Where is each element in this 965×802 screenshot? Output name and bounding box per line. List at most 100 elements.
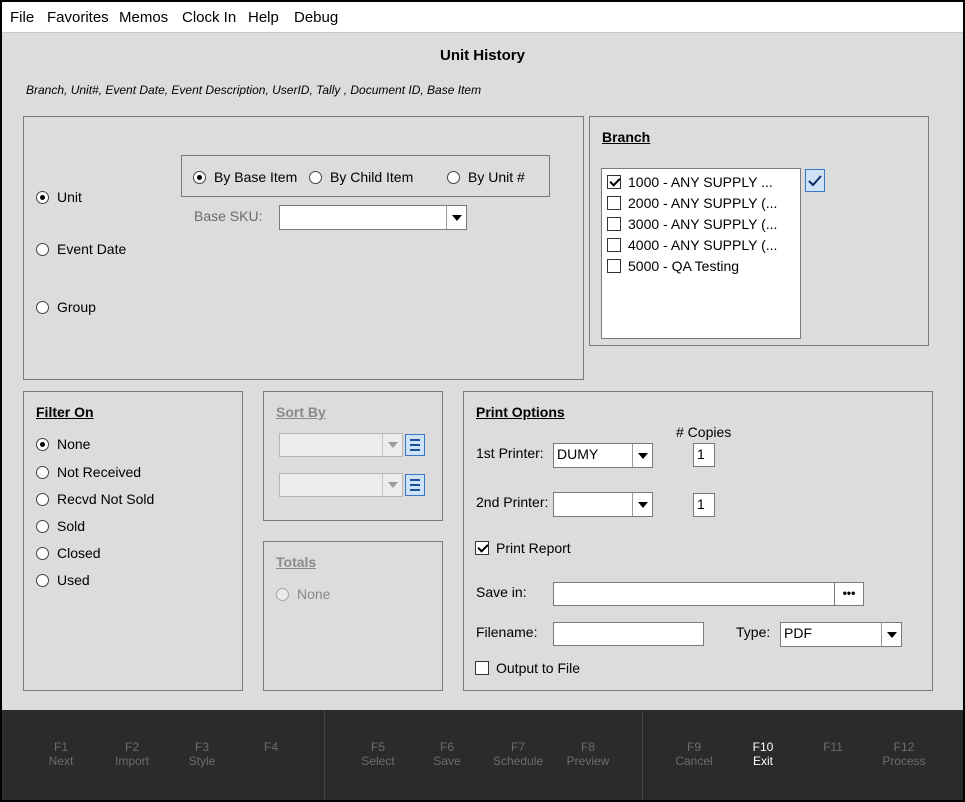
branch-item-label: 4000 - ANY SUPPLY (... [628, 237, 778, 253]
output-to-file-checkbox[interactable]: Output to File [475, 660, 580, 676]
print-report-label: Print Report [496, 540, 571, 556]
fkey-label: Cancel [675, 754, 713, 768]
group-radio[interactable]: Group [36, 299, 96, 315]
filter-option-label: None [57, 436, 91, 452]
filename-input[interactable] [553, 622, 704, 646]
filter-sold-radio[interactable]: Sold [36, 518, 85, 534]
filter-heading: Filter On [36, 404, 94, 420]
unit-radio[interactable]: Unit [36, 189, 82, 205]
chevron-down-icon[interactable] [382, 434, 402, 456]
fkey-code: F6 [439, 740, 454, 754]
f1-next-button[interactable]: F1 Next [26, 740, 96, 768]
totals-none-radio[interactable]: None [276, 586, 330, 602]
f7-schedule-button[interactable]: F7 Schedule [483, 740, 553, 768]
chevron-down-icon[interactable] [632, 493, 652, 516]
fkey-code: F5 [370, 740, 385, 754]
sort-order-2-button[interactable] [405, 474, 425, 496]
columns-note: Branch, Unit#, Event Date, Event Descrip… [26, 83, 482, 97]
by-unit-number-label: By Unit # [468, 169, 525, 185]
fkey-label: Exit [752, 754, 773, 768]
f3-style-button[interactable]: F3 Style [167, 740, 237, 768]
f8-preview-button[interactable]: F8 Preview [553, 740, 623, 768]
copies-label: # Copies [676, 424, 732, 440]
f5-select-button[interactable]: F5 Select [343, 740, 413, 768]
radio-indicator [276, 587, 289, 601]
filter-closed-radio[interactable]: Closed [36, 545, 101, 561]
copies1-input[interactable]: 1 [693, 443, 715, 467]
menu-debug[interactable]: Debug [294, 9, 338, 26]
menu-memos[interactable]: Memos [119, 9, 168, 26]
filter-recvd-not-sold-radio[interactable]: Recvd Not Sold [36, 491, 154, 507]
fkey-label: Import [114, 754, 149, 768]
f2-import-button[interactable]: F2 Import [97, 740, 167, 768]
sort-field-1-combo[interactable] [279, 433, 403, 457]
unit-history-window: File Favorites Memos Clock In Help Debug… [2, 2, 963, 800]
fkey-code: F7 [510, 740, 525, 754]
filter-used-radio[interactable]: Used [36, 572, 90, 588]
base-sku-combo[interactable] [279, 205, 467, 230]
branch-item[interactable]: 5000 - QA Testing [607, 258, 739, 274]
f9-cancel-button[interactable]: F9 Cancel [659, 740, 729, 768]
branch-item[interactable]: 1000 - ANY SUPPLY ... [607, 174, 773, 190]
menu-favorites[interactable]: Favorites [47, 9, 109, 26]
printer1-combo[interactable]: DUMY [553, 443, 653, 468]
f6-save-button[interactable]: F6 Save [412, 740, 482, 768]
fkey-label: Preview [566, 754, 610, 768]
unit-radio-label: Unit [57, 189, 82, 205]
event-date-radio-label: Event Date [57, 241, 127, 257]
menu-bar: File Favorites Memos Clock In Help Debug [2, 2, 963, 33]
branch-heading: Branch [602, 129, 651, 145]
branch-list: 1000 - ANY SUPPLY ... 2000 - ANY SUPPLY … [601, 168, 801, 339]
divider [324, 710, 325, 800]
fkey-code: F12 [893, 740, 915, 754]
select-all-branches-button[interactable] [805, 169, 825, 192]
fkey-code: F8 [580, 740, 595, 754]
checkbox-indicator [607, 196, 621, 210]
chevron-down-icon[interactable] [881, 623, 901, 646]
filter-option-label: Closed [57, 545, 101, 561]
chevron-down-icon[interactable] [632, 444, 652, 467]
checkbox-indicator [607, 259, 621, 273]
radio-indicator [193, 170, 206, 184]
event-date-radio[interactable]: Event Date [36, 241, 126, 257]
printer2-combo[interactable] [553, 492, 653, 517]
branch-item[interactable]: 4000 - ANY SUPPLY (... [607, 237, 777, 253]
by-child-item-radio[interactable]: By Child Item [309, 169, 413, 185]
chevron-down-icon[interactable] [382, 474, 402, 496]
browse-button[interactable]: ••• [834, 582, 864, 606]
type-combo[interactable]: PDF [780, 622, 902, 647]
print-report-checkbox[interactable]: Print Report [475, 540, 571, 556]
sort-order-1-button[interactable] [405, 434, 425, 456]
menu-clock-in[interactable]: Clock In [182, 9, 236, 26]
branch-item[interactable]: 2000 - ANY SUPPLY (... [607, 195, 777, 211]
filter-option-label: Recvd Not Sold [57, 491, 155, 507]
printer1-label: 1st Printer: [476, 445, 544, 461]
totals-option-label: None [297, 586, 331, 602]
filename-label: Filename: [476, 624, 538, 640]
f11-button[interactable]: F11 [798, 740, 868, 754]
chevron-down-icon[interactable] [446, 206, 466, 229]
f10-exit-button[interactable]: F10 Exit [728, 740, 798, 768]
f4-button[interactable]: F4 [236, 740, 306, 754]
by-base-item-radio[interactable]: By Base Item [193, 169, 297, 185]
menu-file[interactable]: File [10, 9, 34, 26]
filter-not-received-radio[interactable]: Not Received [36, 464, 141, 480]
checkbox-indicator [475, 661, 489, 675]
copies2-input[interactable]: 1 [693, 493, 715, 517]
filter-none-radio[interactable]: None [36, 436, 90, 452]
radio-indicator [447, 170, 460, 184]
fkey-code: F11 [823, 740, 843, 754]
f12-process-button[interactable]: F12 Process [869, 740, 939, 768]
sort-field-2-combo[interactable] [279, 473, 403, 497]
branch-item-label: 3000 - ANY SUPPLY (... [628, 216, 778, 232]
base-sku-label: Base SKU: [194, 208, 263, 224]
branch-item[interactable]: 3000 - ANY SUPPLY (... [607, 216, 777, 232]
menu-help[interactable]: Help [248, 9, 279, 26]
function-key-bar: F1 Next F2 Import F3 Style F4 F5 Select F6 Sa… [2, 710, 963, 800]
by-unit-number-radio[interactable]: By Unit # [447, 169, 525, 185]
fkey-label: Process [882, 754, 926, 768]
filter-option-label: Used [57, 572, 90, 588]
fkey-code: F10 [752, 740, 774, 754]
printer2-label: 2nd Printer: [476, 494, 549, 510]
save-in-input[interactable] [553, 582, 835, 606]
